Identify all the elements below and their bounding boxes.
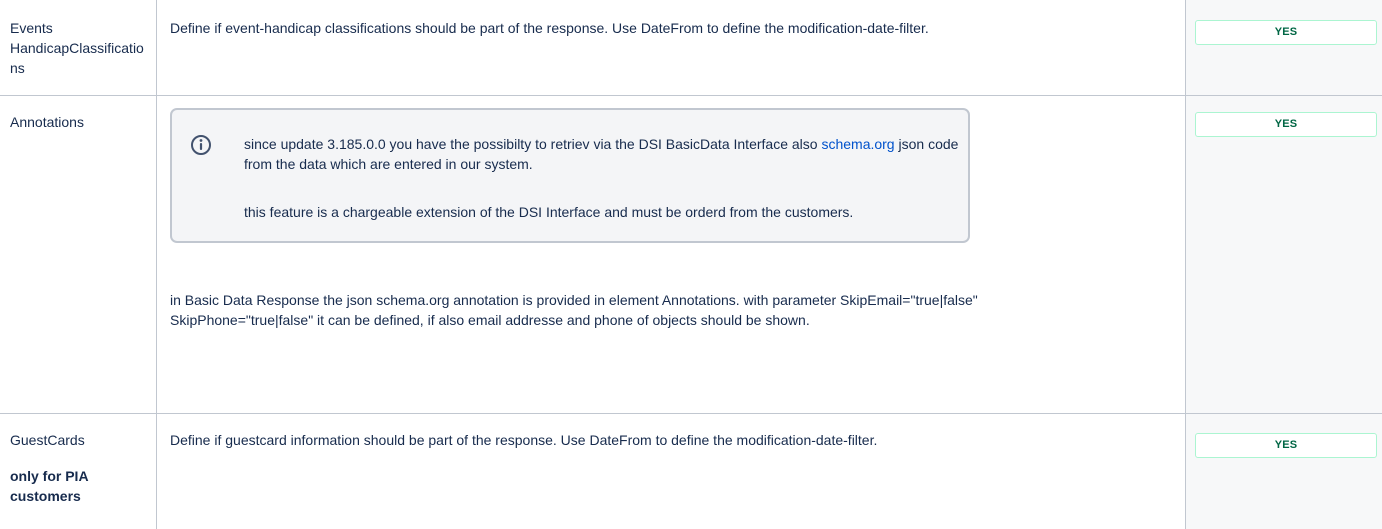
table-column-divider bbox=[156, 0, 157, 529]
row-name: Events HandicapClassifications bbox=[10, 20, 144, 76]
row-description: Define if guestcard information should b… bbox=[170, 432, 878, 448]
schema-org-link[interactable]: schema.org bbox=[821, 136, 894, 152]
table-row-divider bbox=[0, 95, 1382, 96]
status-badge: YES bbox=[1195, 433, 1377, 458]
info-icon bbox=[190, 134, 212, 156]
row-description: in Basic Data Response the json schema.o… bbox=[170, 292, 978, 328]
row-name: Annotations bbox=[10, 114, 84, 130]
row-note: only for PIA customers bbox=[10, 468, 89, 504]
info-panel: since update 3.185.0.0 you have the poss… bbox=[170, 108, 970, 243]
row-name: GuestCards bbox=[10, 432, 85, 448]
status-badge: YES bbox=[1195, 20, 1377, 45]
status-badge: YES bbox=[1195, 112, 1377, 137]
info-panel-text: since update 3.185.0.0 you have the poss… bbox=[244, 136, 959, 172]
info-panel-note: this feature is a chargeable extension o… bbox=[244, 204, 854, 220]
table-row-divider bbox=[0, 413, 1382, 414]
row-description: Define if event-handicap classifications… bbox=[170, 20, 929, 36]
